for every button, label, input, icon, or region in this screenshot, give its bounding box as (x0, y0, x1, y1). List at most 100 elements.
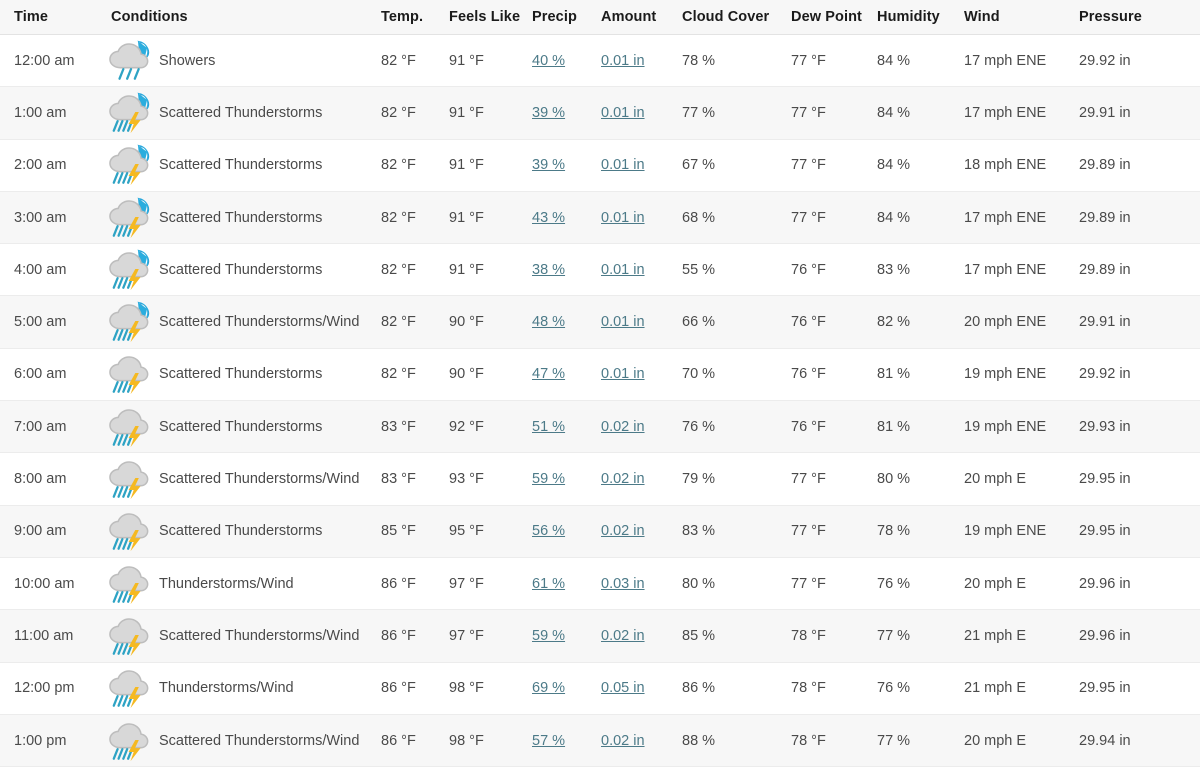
cell-time: 1:00 pm (0, 714, 103, 768)
cell-dew-point: 77 °F (791, 139, 877, 192)
cell-conditions: Scattered Thunderstorms/Wind (103, 609, 381, 663)
cell-wind: 19 mph ENE (964, 505, 1068, 558)
cell-temp: 86 °F (381, 662, 449, 715)
column-header-temp[interactable]: Temp. (381, 0, 449, 35)
cell-dew-point: 77 °F (791, 191, 877, 245)
column-header-dew-point[interactable]: Dew Point (791, 0, 877, 35)
amount-link[interactable]: 0.01 in (601, 157, 645, 173)
amount-link[interactable]: 0.01 in (601, 366, 645, 382)
cell-dew-point: 77 °F (791, 452, 877, 506)
cell-precip: 69 % (532, 662, 601, 715)
precip-link[interactable]: 69 % (532, 680, 565, 696)
cell-wind: 17 mph ENE (964, 191, 1068, 245)
cell-wind: 21 mph E (964, 662, 1068, 715)
cell-feels-like: 90 °F (449, 295, 532, 349)
amount-link[interactable]: 0.02 in (601, 523, 645, 539)
scattered-thunderstorms-night-icon (103, 91, 159, 135)
cell-wind: 20 mph ENE (964, 295, 1068, 349)
scattered-thunderstorms-icon (103, 719, 159, 763)
precip-link[interactable]: 39 % (532, 105, 565, 121)
cell-cloud-cover: 67 % (682, 139, 791, 192)
cell-precip: 47 % (532, 348, 601, 402)
cell-temp: 82 °F (381, 34, 449, 88)
cell-conditions: Thunderstorms/Wind (103, 662, 381, 715)
amount-link[interactable]: 0.01 in (601, 262, 645, 278)
condition-label: Scattered Thunderstorms (159, 523, 323, 540)
column-header-precip[interactable]: Precip (532, 0, 601, 35)
thunderstorms-wind-icon (103, 562, 159, 606)
cell-feels-like: 98 °F (449, 662, 532, 715)
table-row: 9:00 am Scattered Thunderstorms 85 °F 95 °F… (0, 505, 1200, 558)
cell-conditions: Scattered Thunderstorms (103, 400, 381, 454)
cell-humidity: 78 % (877, 505, 964, 558)
precip-link[interactable]: 47 % (532, 366, 565, 382)
column-header-cloud-cover[interactable]: Cloud Cover (682, 0, 791, 35)
precip-link[interactable]: 39 % (532, 157, 565, 173)
amount-link[interactable]: 0.02 in (601, 733, 645, 749)
precip-link[interactable]: 40 % (532, 53, 565, 69)
amount-link[interactable]: 0.01 in (601, 53, 645, 69)
amount-link[interactable]: 0.02 in (601, 419, 645, 435)
column-header-time[interactable]: Time (0, 0, 103, 35)
column-header-wind[interactable]: Wind (964, 0, 1068, 35)
cell-conditions: Scattered Thunderstorms (103, 86, 381, 140)
cell-dew-point: 77 °F (791, 557, 877, 611)
cell-cloud-cover: 66 % (682, 295, 791, 349)
cell-feels-like: 91 °F (449, 34, 532, 88)
cell-precip: 40 % (532, 34, 601, 88)
cell-temp: 82 °F (381, 295, 449, 349)
cell-feels-like: 98 °F (449, 714, 532, 768)
cell-cloud-cover: 85 % (682, 609, 791, 663)
condition-label: Scattered Thunderstorms/Wind (159, 627, 360, 644)
column-header-conditions[interactable]: Conditions (103, 0, 381, 35)
amount-link[interactable]: 0.01 in (601, 314, 645, 330)
cell-precip: 59 % (532, 452, 601, 506)
amount-link[interactable]: 0.02 in (601, 471, 645, 487)
cell-conditions: Thunderstorms/Wind (103, 557, 381, 611)
precip-link[interactable]: 48 % (532, 314, 565, 330)
cell-humidity: 84 % (877, 86, 964, 140)
precip-link[interactable]: 43 % (532, 210, 565, 226)
amount-link[interactable]: 0.01 in (601, 105, 645, 121)
cell-humidity: 80 % (877, 452, 964, 506)
precip-link[interactable]: 59 % (532, 471, 565, 487)
precip-link[interactable]: 61 % (532, 576, 565, 592)
table-row: 2:00 am Scattered Thunderstorms 82 °F 91 °F… (0, 139, 1200, 192)
precip-link[interactable]: 38 % (532, 262, 565, 278)
cell-wind: 17 mph ENE (964, 86, 1068, 140)
precip-link[interactable]: 56 % (532, 523, 565, 539)
cell-humidity: 76 % (877, 557, 964, 611)
cell-pressure: 29.89 in (1068, 243, 1200, 297)
amount-link[interactable]: 0.01 in (601, 210, 645, 226)
cell-dew-point: 78 °F (791, 662, 877, 715)
amount-link[interactable]: 0.05 in (601, 680, 645, 696)
cell-pressure: 29.96 in (1068, 609, 1200, 663)
cell-pressure: 29.95 in (1068, 452, 1200, 506)
cell-conditions: Scattered Thunderstorms (103, 243, 381, 297)
precip-link[interactable]: 57 % (532, 733, 565, 749)
column-header-pressure[interactable]: Pressure (1068, 0, 1200, 35)
column-header-feels-like[interactable]: Feels Like (449, 0, 532, 35)
amount-link[interactable]: 0.03 in (601, 576, 645, 592)
cell-precip: 39 % (532, 139, 601, 192)
cell-pressure: 29.93 in (1068, 400, 1200, 454)
cell-feels-like: 91 °F (449, 139, 532, 192)
amount-link[interactable]: 0.02 in (601, 628, 645, 644)
precip-link[interactable]: 51 % (532, 419, 565, 435)
cell-amount: 0.01 in (601, 34, 682, 88)
scattered-thunderstorms-icon (103, 405, 159, 449)
column-header-amount[interactable]: Amount (601, 0, 682, 35)
condition-label: Scattered Thunderstorms (159, 261, 323, 278)
cell-conditions: Scattered Thunderstorms/Wind (103, 295, 381, 349)
cell-dew-point: 76 °F (791, 295, 877, 349)
table-row: 4:00 am Scattered Thunderstorms 82 °F 91 °F… (0, 243, 1200, 297)
cell-temp: 86 °F (381, 609, 449, 663)
cell-time: 1:00 am (0, 86, 103, 140)
condition-label: Scattered Thunderstorms/Wind (159, 732, 360, 749)
cell-precip: 48 % (532, 295, 601, 349)
precip-link[interactable]: 59 % (532, 628, 565, 644)
cell-amount: 0.01 in (601, 243, 682, 297)
cell-time: 7:00 am (0, 400, 103, 454)
column-header-humidity[interactable]: Humidity (877, 0, 964, 35)
cell-dew-point: 78 °F (791, 609, 877, 663)
